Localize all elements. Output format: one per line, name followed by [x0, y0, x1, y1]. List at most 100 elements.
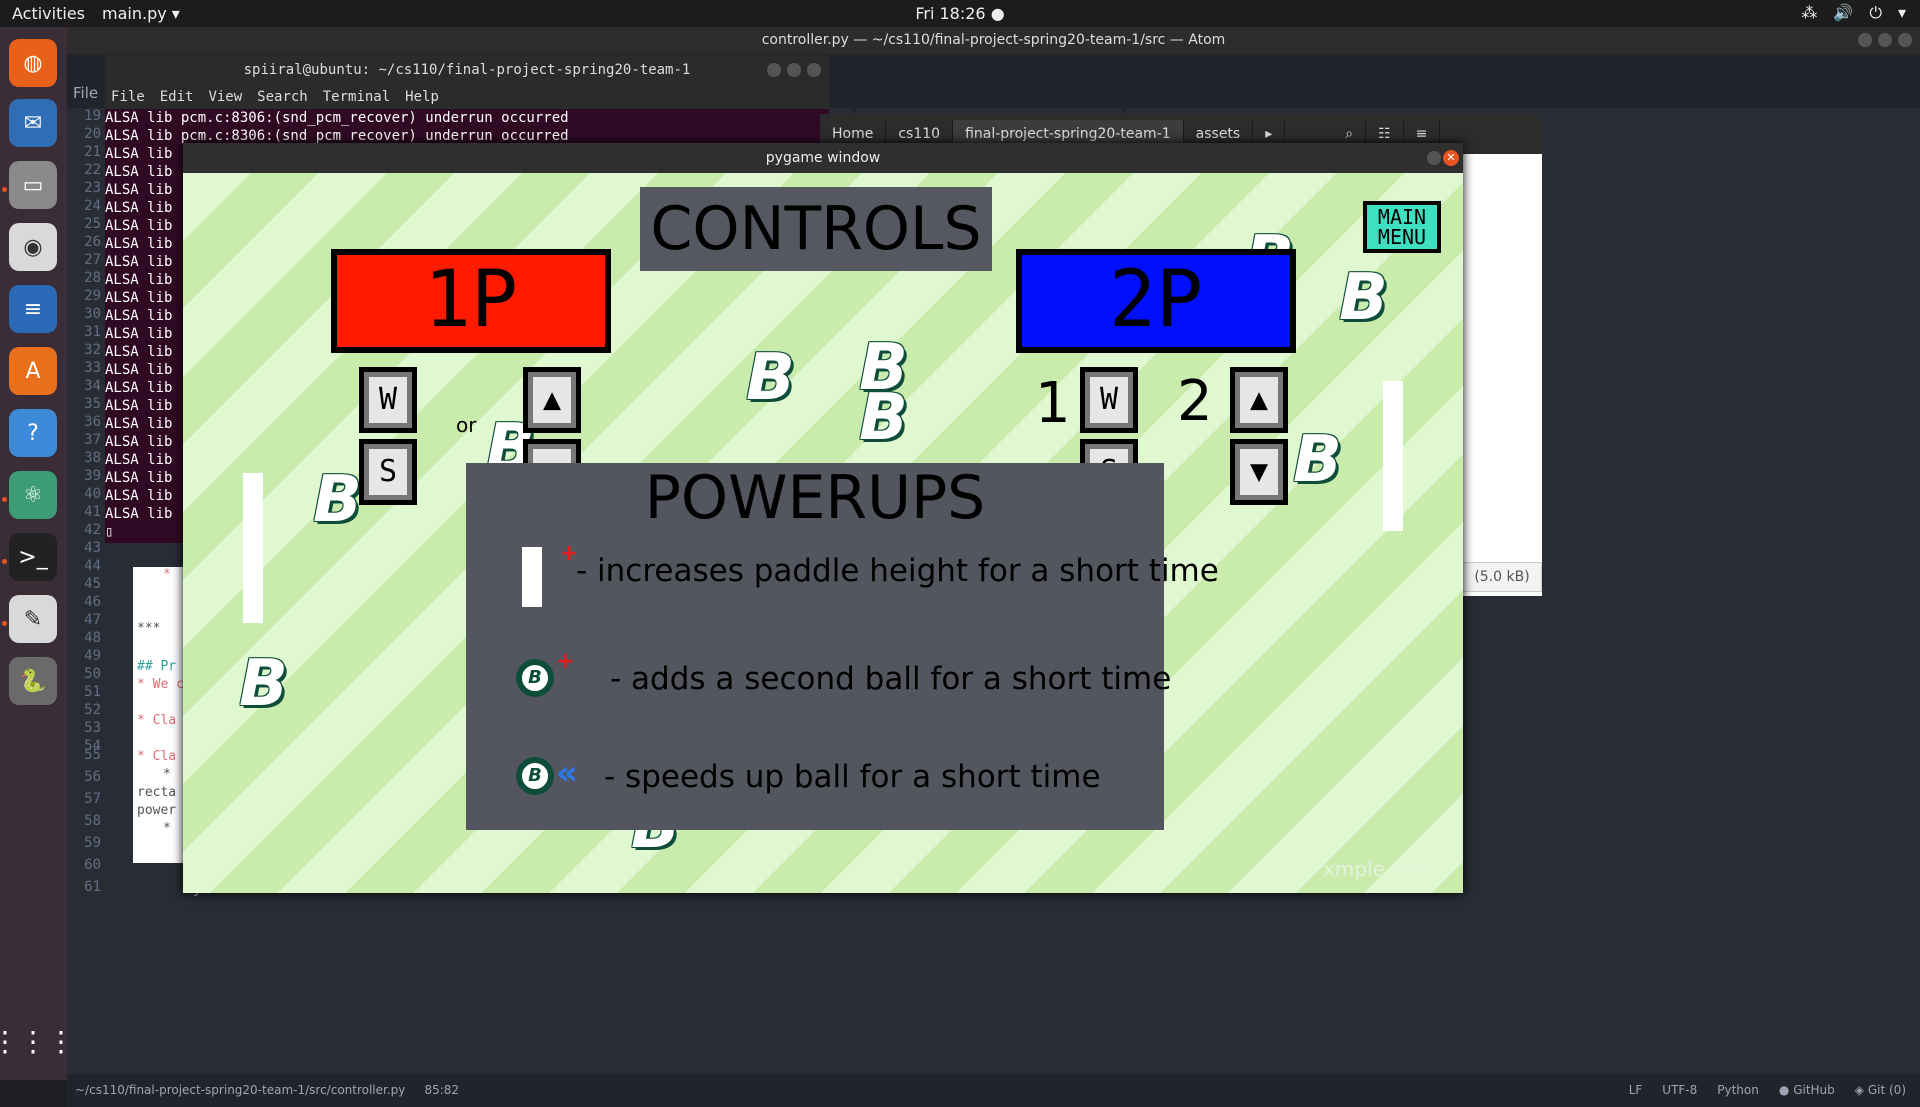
markdown-line: * Cla — [137, 749, 177, 764]
grammar[interactable]: Python — [1717, 1083, 1759, 1097]
activities-button[interactable]: Activities — [12, 4, 85, 23]
1p-button[interactable]: 1P — [331, 249, 611, 353]
or-label: or — [456, 413, 477, 437]
system-tray[interactable]: ⁂ 🔊 ⏻ ▾ — [1801, 3, 1906, 23]
dock: ◍ ✉ ▭ ◉ ≡ A ? ⚛ >_ ✎ 🐍 ⋮⋮⋮ — [0, 27, 75, 1080]
maximize-button[interactable] — [787, 63, 801, 77]
main-menu-line2: MENU — [1377, 225, 1427, 249]
terminal-title: spiiral@ubuntu: ~/cs110/final-project-sp… — [243, 62, 691, 78]
line-number: 44 — [84, 558, 101, 574]
line-number: 41 — [84, 504, 101, 520]
line-number: 33 — [84, 360, 101, 376]
minimize-button[interactable] — [767, 63, 781, 77]
line-number: 46 — [84, 594, 101, 610]
encoding[interactable]: UTF-8 — [1662, 1083, 1697, 1097]
line-number: 59 — [84, 835, 101, 851]
line-number: 55 — [84, 747, 101, 763]
git-label: Git (0) — [1867, 1083, 1906, 1097]
menu-file[interactable]: File — [111, 85, 145, 109]
clock[interactable]: Fri 18:26 ● — [0, 4, 1920, 23]
b-logo-sprite: B — [746, 341, 795, 415]
menu-file[interactable]: File — [73, 84, 98, 102]
running-indicator — [2, 497, 7, 502]
atom-icon[interactable]: ⚛ — [9, 471, 57, 519]
status-bar: ~/cs110/final-project-spring20-team-1/sr… — [67, 1074, 1920, 1107]
cursor-position[interactable]: 85:82 — [424, 1083, 459, 1097]
github-icon: ● — [1778, 1083, 1790, 1097]
atom-title-bar: controller.py — ~/cs110/final-project-sp… — [67, 27, 1920, 54]
b-logo-sprite: B — [239, 647, 288, 721]
menu-view[interactable]: View — [208, 85, 242, 109]
running-indicator — [2, 187, 7, 192]
markdown-line: * — [163, 567, 171, 582]
volume-icon: 🔊 — [1833, 3, 1854, 22]
line-number: 22 — [84, 162, 101, 178]
gedit-icon[interactable]: ✎ — [9, 595, 57, 643]
line-number: 28 — [84, 270, 101, 286]
line-number: 53 — [84, 720, 101, 736]
gnome-top-bar: Activities main.py ▾ Fri 18:26 ● ⁂ 🔊 ⏻ ▾ — [0, 0, 1920, 27]
line-number: 45 — [84, 576, 101, 592]
git-button[interactable]: ◈ Git (0) — [1855, 1083, 1906, 1097]
minimize-button[interactable] — [1427, 151, 1441, 165]
line-number: 31 — [84, 324, 101, 340]
line-number: 24 — [84, 198, 101, 214]
apps-grid-icon[interactable]: ⋮⋮⋮ — [0, 1017, 75, 1065]
thunderbird-icon[interactable]: ✉ — [9, 99, 57, 147]
files-icon[interactable]: ▭ — [9, 161, 57, 209]
firefox-icon[interactable]: ◍ — [9, 39, 57, 87]
main-menu-line1: MAIN — [1377, 205, 1427, 229]
right-paddle — [1383, 381, 1403, 531]
line-number: 57 — [84, 791, 101, 807]
line-number: 23 — [84, 180, 101, 196]
main-menu-button[interactable]: MAIN MENU — [1363, 201, 1441, 253]
left-paddle — [243, 473, 263, 623]
github-button[interactable]: ● GitHub — [1779, 1083, 1835, 1097]
line-number: 50 — [84, 666, 101, 682]
writer-icon[interactable]: ≡ — [9, 285, 57, 333]
player-2-number: 2 — [1177, 369, 1213, 434]
running-indicator — [2, 621, 7, 626]
line-number: 27 — [84, 252, 101, 268]
line-number: 36 — [84, 414, 101, 430]
pygame-window: pygame window ✕ B B B B B B B B B B CONT… — [183, 143, 1463, 893]
pygame-icon[interactable]: 🐍 — [9, 657, 57, 705]
close-button[interactable] — [1898, 33, 1912, 47]
terminal-icon[interactable]: >_ — [9, 533, 57, 581]
line-number: 49 — [84, 648, 101, 664]
line-number: 47 — [84, 612, 101, 628]
menu-terminal[interactable]: Terminal — [323, 85, 390, 109]
key-up-icon: ▲ — [1230, 367, 1288, 433]
software-icon[interactable]: A — [9, 347, 57, 395]
markdown-line: * We c — [137, 677, 184, 692]
b-logo-sprite: B — [313, 463, 362, 537]
close-button[interactable]: ✕ — [1443, 150, 1459, 166]
line-number: 52 — [84, 702, 101, 718]
line-number: 38 — [84, 450, 101, 466]
app-menu[interactable]: main.py ▾ — [102, 4, 180, 23]
line-number: 26 — [84, 234, 101, 250]
network-icon: ⁂ — [1801, 3, 1818, 22]
key-down-icon: ▼ — [1230, 439, 1288, 505]
key-w-icon: W — [1080, 367, 1138, 433]
line-number: 58 — [84, 813, 101, 829]
2p-button[interactable]: 2P — [1016, 249, 1296, 353]
maximize-button[interactable] — [1878, 33, 1892, 47]
markdown-line: recta — [137, 785, 177, 800]
key-up-icon: ▲ — [523, 367, 581, 433]
menu-help[interactable]: Help — [405, 85, 439, 109]
menu-edit[interactable]: Edit — [160, 85, 194, 109]
menu-search[interactable]: Search — [257, 85, 308, 109]
terminal-menu-bar: File Edit View Search Terminal Help — [105, 85, 829, 109]
rhythmbox-icon[interactable]: ◉ — [9, 223, 57, 271]
line-number: 56 — [84, 769, 101, 785]
line-number: 19 — [84, 108, 101, 124]
line-ending[interactable]: LF — [1629, 1083, 1643, 1097]
watermark: xmple.com — [1323, 857, 1434, 881]
help-icon[interactable]: ? — [9, 409, 57, 457]
minimize-button[interactable] — [1858, 33, 1872, 47]
close-button[interactable] — [807, 63, 821, 77]
powerup-1-desc: - increases paddle height for a short ti… — [576, 553, 1219, 589]
status-file-path[interactable]: ~/cs110/final-project-spring20-team-1/sr… — [75, 1083, 405, 1097]
plus-icon: + — [556, 649, 575, 674]
